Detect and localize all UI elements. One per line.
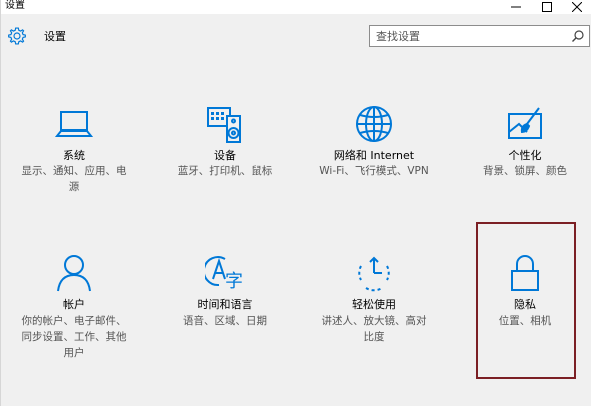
tile-title: 系统 xyxy=(63,149,85,162)
title-bar: 设置 xyxy=(1,0,591,14)
tile-title: 轻松使用 xyxy=(352,298,396,311)
tile-title: 时间和语言 xyxy=(197,298,253,311)
time-language-icon: 字 xyxy=(205,256,243,292)
tile-description: 你的帐户、电子邮件、 同步设置、工作、其他 用户 xyxy=(21,315,127,359)
tile-devices[interactable]: 设备 蓝牙、打印机、鼠标 xyxy=(166,100,284,200)
search-box[interactable] xyxy=(369,25,590,47)
tile-description: 讲述人、放大镜、高对 比度 xyxy=(321,315,427,343)
ease-of-access-icon xyxy=(358,256,390,292)
settings-window: 设置 设置 查找设置 系统 显示、通知、应用、电 源 设备 蓝牙、打印机、鼠标 … xyxy=(0,0,591,406)
person-icon xyxy=(57,255,91,292)
minimize-button[interactable] xyxy=(501,0,531,14)
search-icon[interactable] xyxy=(571,29,585,43)
maximize-icon xyxy=(542,2,552,12)
tile-description: Wi-Fi、飞行模式、VPN xyxy=(319,165,429,177)
tile-title: 设备 xyxy=(214,149,236,162)
tile-ease-of-access[interactable]: 轻松使用 讲述人、放大镜、高对 比度 xyxy=(315,250,433,350)
search-input[interactable] xyxy=(376,29,566,43)
selection-highlight xyxy=(476,222,576,379)
tile-description: 语音、区域、日期 xyxy=(183,315,267,327)
personalization-icon xyxy=(508,107,542,139)
tile-accounts[interactable]: 帐户 你的帐户、电子邮件、 同步设置、工作、其他 用户 xyxy=(15,250,133,360)
tile-title: 网络和 Internet xyxy=(333,149,415,162)
tile-title: 帐户 xyxy=(63,298,85,311)
svg-text:字: 字 xyxy=(225,271,243,292)
page-title: 设置 xyxy=(44,30,66,43)
tile-time-language[interactable]: 字 时间和语言 语音、区域、日期 xyxy=(166,250,284,350)
window-title: 设置 xyxy=(5,0,25,11)
tile-network[interactable]: 网络和 Internet Wi-Fi、飞行模式、VPN xyxy=(315,100,433,200)
laptop-icon xyxy=(54,111,94,137)
tile-title: 个性化 xyxy=(508,149,542,162)
close-icon xyxy=(572,2,582,12)
devices-icon xyxy=(207,107,241,143)
tile-description: 蓝牙、打印机、鼠标 xyxy=(177,165,273,177)
tile-description: 显示、通知、应用、电 源 xyxy=(21,165,127,193)
tile-description: 背景、锁屏、颜色 xyxy=(483,165,567,177)
tile-personalization[interactable]: 个性化 背景、锁屏、颜色 xyxy=(466,100,584,200)
globe-icon xyxy=(356,106,392,142)
tile-system[interactable]: 系统 显示、通知、应用、电 源 xyxy=(15,100,133,200)
minimize-icon xyxy=(511,6,521,8)
close-button[interactable] xyxy=(562,0,591,14)
maximize-button[interactable] xyxy=(532,0,562,14)
gear-icon xyxy=(8,27,26,45)
